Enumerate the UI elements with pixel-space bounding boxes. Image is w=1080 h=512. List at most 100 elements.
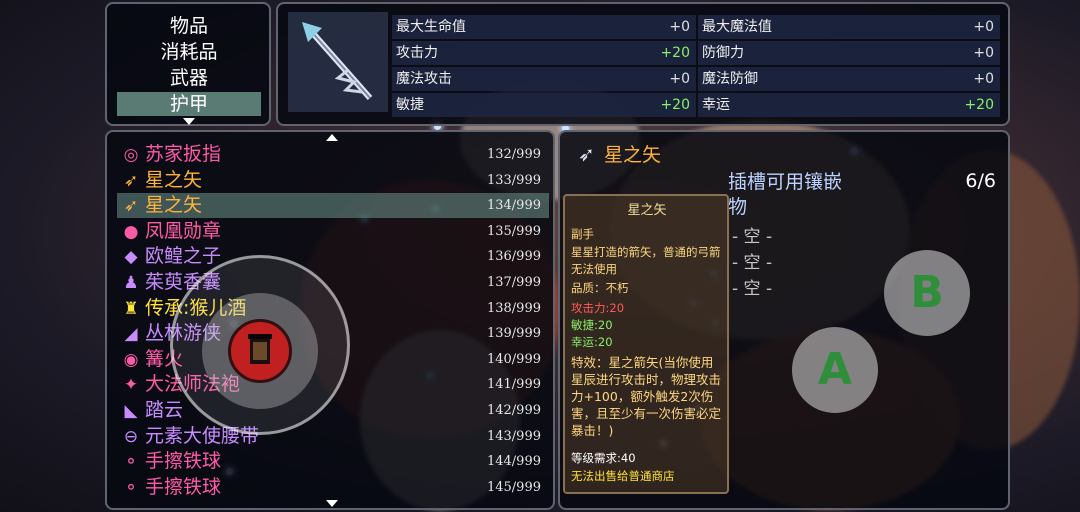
category-panel: 物品 消耗品 武器 护甲 xyxy=(105,2,271,126)
detail-arrow-icon: ➶ xyxy=(578,142,595,166)
fire-icon: ◉ xyxy=(123,349,139,370)
stat-value: +0 xyxy=(973,19,994,35)
item-count: 143/999 xyxy=(486,428,541,444)
desc-flavor: 星星打造的箭矢，普通的弓箭无法使用 xyxy=(571,245,721,276)
desc-level-requirement: 等级需求:40 xyxy=(571,451,636,465)
stat-value: +20 xyxy=(660,45,690,61)
ring-icon: ◎ xyxy=(123,145,139,165)
item-count: 132/999 xyxy=(486,147,541,162)
scroll-down-arrow-icon[interactable] xyxy=(183,118,195,125)
inventory-item-row[interactable]: ♟ 茱萸香囊 137/999 xyxy=(117,270,549,295)
inventory-item-row[interactable]: ◆ 欧鳇之子 136/999 xyxy=(117,244,549,269)
cloud-boots-icon: ◣ xyxy=(124,401,138,421)
stat-value: +0 xyxy=(973,45,994,61)
inventory-item-row[interactable]: ⚬ 手擦铁球 144/999 xyxy=(117,449,549,474)
stat-label: 幸运 xyxy=(702,97,730,113)
inventory-item-row[interactable]: ➶ 星之矢 133/999 xyxy=(117,168,549,193)
category-tab-weapons[interactable]: 武器 xyxy=(117,66,261,90)
scroll-up-arrow-icon[interactable] xyxy=(326,134,338,141)
desc-effect: 特效：星之箭矢(当你使用星辰进行攻击时，物理攻击力+100，额外触发2次伤害，且… xyxy=(571,355,722,438)
stat-row: 魔法防御 +0 xyxy=(698,67,1000,91)
item-count: 138/999 xyxy=(486,300,541,316)
item-name: 苏家扳指 xyxy=(145,143,222,165)
stat-row: 防御力 +0 xyxy=(698,41,1000,65)
joystick-knob[interactable] xyxy=(228,319,292,383)
category-tab-armor[interactable]: 护甲 xyxy=(117,92,261,116)
item-name: 手擦铁球 xyxy=(145,450,222,473)
item-count: 135/999 xyxy=(486,223,541,239)
button-a[interactable]: A xyxy=(792,327,878,413)
category-tab-items[interactable]: 物品 xyxy=(117,14,261,38)
category-tab-consumables[interactable]: 消耗品 xyxy=(117,40,261,64)
stat-value: +0 xyxy=(669,71,690,87)
item-description: 星之矢 副手 星星打造的箭矢，普通的弓箭无法使用 品质：不朽 攻击力:20 敏捷… xyxy=(563,194,729,494)
button-b[interactable]: B xyxy=(884,250,970,336)
stat-label: 攻击力 xyxy=(396,45,438,61)
item-count: 137/999 xyxy=(486,275,541,290)
stat-row: 敏捷 +20 xyxy=(392,93,696,117)
stat-value: +0 xyxy=(973,71,994,87)
arrow-icon: ➶ xyxy=(123,170,139,191)
gem-slot[interactable]: - 空 - xyxy=(732,222,772,247)
arrow-icon: ➶ xyxy=(123,196,139,217)
iron-ball-icon: ⚬ xyxy=(123,452,139,473)
item-name: 欧鳇之子 xyxy=(145,245,222,268)
item-name: 凤凰勋章 xyxy=(145,219,222,242)
inventory-item-row[interactable]: ⚬ 手擦铁球 145/999 xyxy=(117,475,549,500)
desc-luck: 幸运:20 xyxy=(571,335,613,349)
weapon-stats-panel: 最大生命值 +0 最大魔法值 +0 攻击力 +20 防御力 +0 魔法攻击 +0… xyxy=(276,2,1010,126)
inventory-item-row[interactable]: ◎ 苏家扳指 132/999 xyxy=(117,142,549,167)
item-name: 踏云 xyxy=(145,399,184,421)
fish-icon: ◆ xyxy=(124,247,138,268)
star-arrow-icon xyxy=(302,22,373,100)
robe-icon: ✦ xyxy=(123,375,139,396)
scroll-down-arrow-icon[interactable] xyxy=(326,500,338,507)
iron-ball-icon: ⚬ xyxy=(123,477,139,498)
desc-quality: 品质：不朽 xyxy=(571,281,629,295)
stat-row: 幸运 +20 xyxy=(698,93,1000,117)
inventory-item-row[interactable]: ⊖ 元素大使腰带 143/999 xyxy=(117,424,549,449)
item-name: 星之矢 xyxy=(145,168,203,191)
inventory-item-row[interactable]: ● 凤凰勋章 135/999 xyxy=(117,219,549,244)
inventory-item-row[interactable]: ◣ 踏云 142/999 xyxy=(117,398,549,423)
item-count: 145/999 xyxy=(486,479,541,495)
stat-label: 防御力 xyxy=(702,45,744,61)
weapon-preview xyxy=(288,12,388,112)
item-count: 142/999 xyxy=(486,403,541,418)
gem-slot[interactable]: - 空 - xyxy=(732,274,772,299)
item-count: 136/999 xyxy=(486,249,541,265)
desc-attack: 攻击力:20 xyxy=(571,301,625,315)
item-count: 139/999 xyxy=(486,326,541,342)
stat-label: 敏捷 xyxy=(396,97,424,113)
belt-icon: ⊖ xyxy=(123,426,139,447)
slot-title: 插槽可用镶嵌物 xyxy=(728,171,843,218)
gourd-icon: ♜ xyxy=(123,298,139,319)
item-name: 手擦铁球 xyxy=(145,475,222,498)
medal-icon: ● xyxy=(123,221,139,242)
stat-label: 魔法攻击 xyxy=(396,71,452,87)
stat-row: 魔法攻击 +0 xyxy=(392,67,696,91)
item-count: 141/999 xyxy=(486,377,541,393)
item-name: 星之矢 xyxy=(145,194,203,217)
stat-label: 最大魔法值 xyxy=(702,19,772,35)
slot-count: 6/6 xyxy=(965,170,996,192)
stat-value: +20 xyxy=(660,97,690,113)
stat-row: 最大魔法值 +0 xyxy=(698,15,1000,39)
desc-title: 星之矢 xyxy=(627,203,667,218)
pouch-icon: ♟ xyxy=(123,273,139,293)
stat-value: +20 xyxy=(964,97,994,113)
detail-item-name: 星之矢 xyxy=(604,144,662,166)
desc-type: 副手 xyxy=(571,227,594,241)
stat-label: 魔法防御 xyxy=(702,71,758,87)
stat-label: 最大生命值 xyxy=(396,19,466,35)
gem-slot[interactable]: - 空 - xyxy=(732,248,772,273)
desc-agility: 敏捷:20 xyxy=(571,318,613,332)
item-count: 140/999 xyxy=(486,351,541,367)
lantern-icon xyxy=(248,334,272,364)
inventory-item-row[interactable]: ➶ 星之矢 134/999 xyxy=(117,193,549,219)
item-count: 144/999 xyxy=(486,454,541,470)
item-count: 134/999 xyxy=(486,198,541,214)
stat-row: 攻击力 +20 xyxy=(392,41,696,65)
desc-shop-note: 无法出售给普通商店 xyxy=(571,469,675,483)
boots-icon: ◢ xyxy=(124,324,138,345)
